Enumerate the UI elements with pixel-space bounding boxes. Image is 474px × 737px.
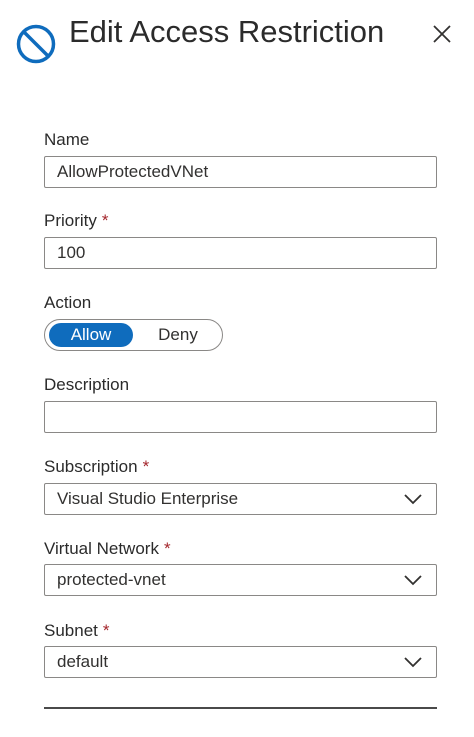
close-icon[interactable] (427, 18, 457, 48)
virtual-network-label: Virtual Network * (44, 538, 171, 560)
subnet-value: default (57, 652, 109, 671)
priority-label-text: Priority (44, 211, 97, 230)
description-label-text: Description (44, 375, 130, 394)
divider (44, 707, 437, 709)
required-marker: * (102, 621, 110, 640)
subscription-value: Visual Studio Enterprise (57, 489, 239, 508)
virtual-network-value: protected-vnet (57, 570, 166, 589)
subscription-dropdown[interactable]: Visual Studio Enterprise (44, 483, 437, 515)
chevron-down-icon (404, 575, 422, 586)
subscription-label: Subscription * (44, 456, 149, 478)
action-allow-option[interactable]: Allow (49, 323, 133, 347)
priority-label: Priority * (44, 210, 109, 232)
required-marker: * (142, 457, 150, 476)
virtual-network-label-text: Virtual Network (44, 539, 159, 558)
action-toggle: Allow Deny (44, 319, 223, 351)
virtual-network-dropdown[interactable]: protected-vnet (44, 564, 437, 596)
name-label-text: Name (44, 130, 90, 149)
description-label: Description (44, 374, 129, 396)
action-label-text: Action (44, 293, 92, 312)
page-title: Edit Access Restriction (69, 14, 385, 49)
subscription-label-text: Subscription (44, 457, 138, 476)
chevron-down-icon (404, 494, 422, 505)
priority-input[interactable] (44, 237, 437, 269)
subnet-label: Subnet * (44, 620, 110, 642)
subnet-dropdown[interactable]: default (44, 646, 437, 678)
name-label: Name (44, 129, 89, 151)
required-marker: * (163, 539, 171, 558)
name-input[interactable] (44, 156, 437, 188)
action-deny-option[interactable]: Deny (137, 323, 219, 347)
subnet-label-text: Subnet (44, 621, 98, 640)
chevron-down-icon (404, 657, 422, 668)
block-icon (16, 24, 56, 64)
description-input[interactable] (44, 401, 437, 433)
action-label: Action (44, 292, 91, 314)
required-marker: * (101, 211, 109, 230)
